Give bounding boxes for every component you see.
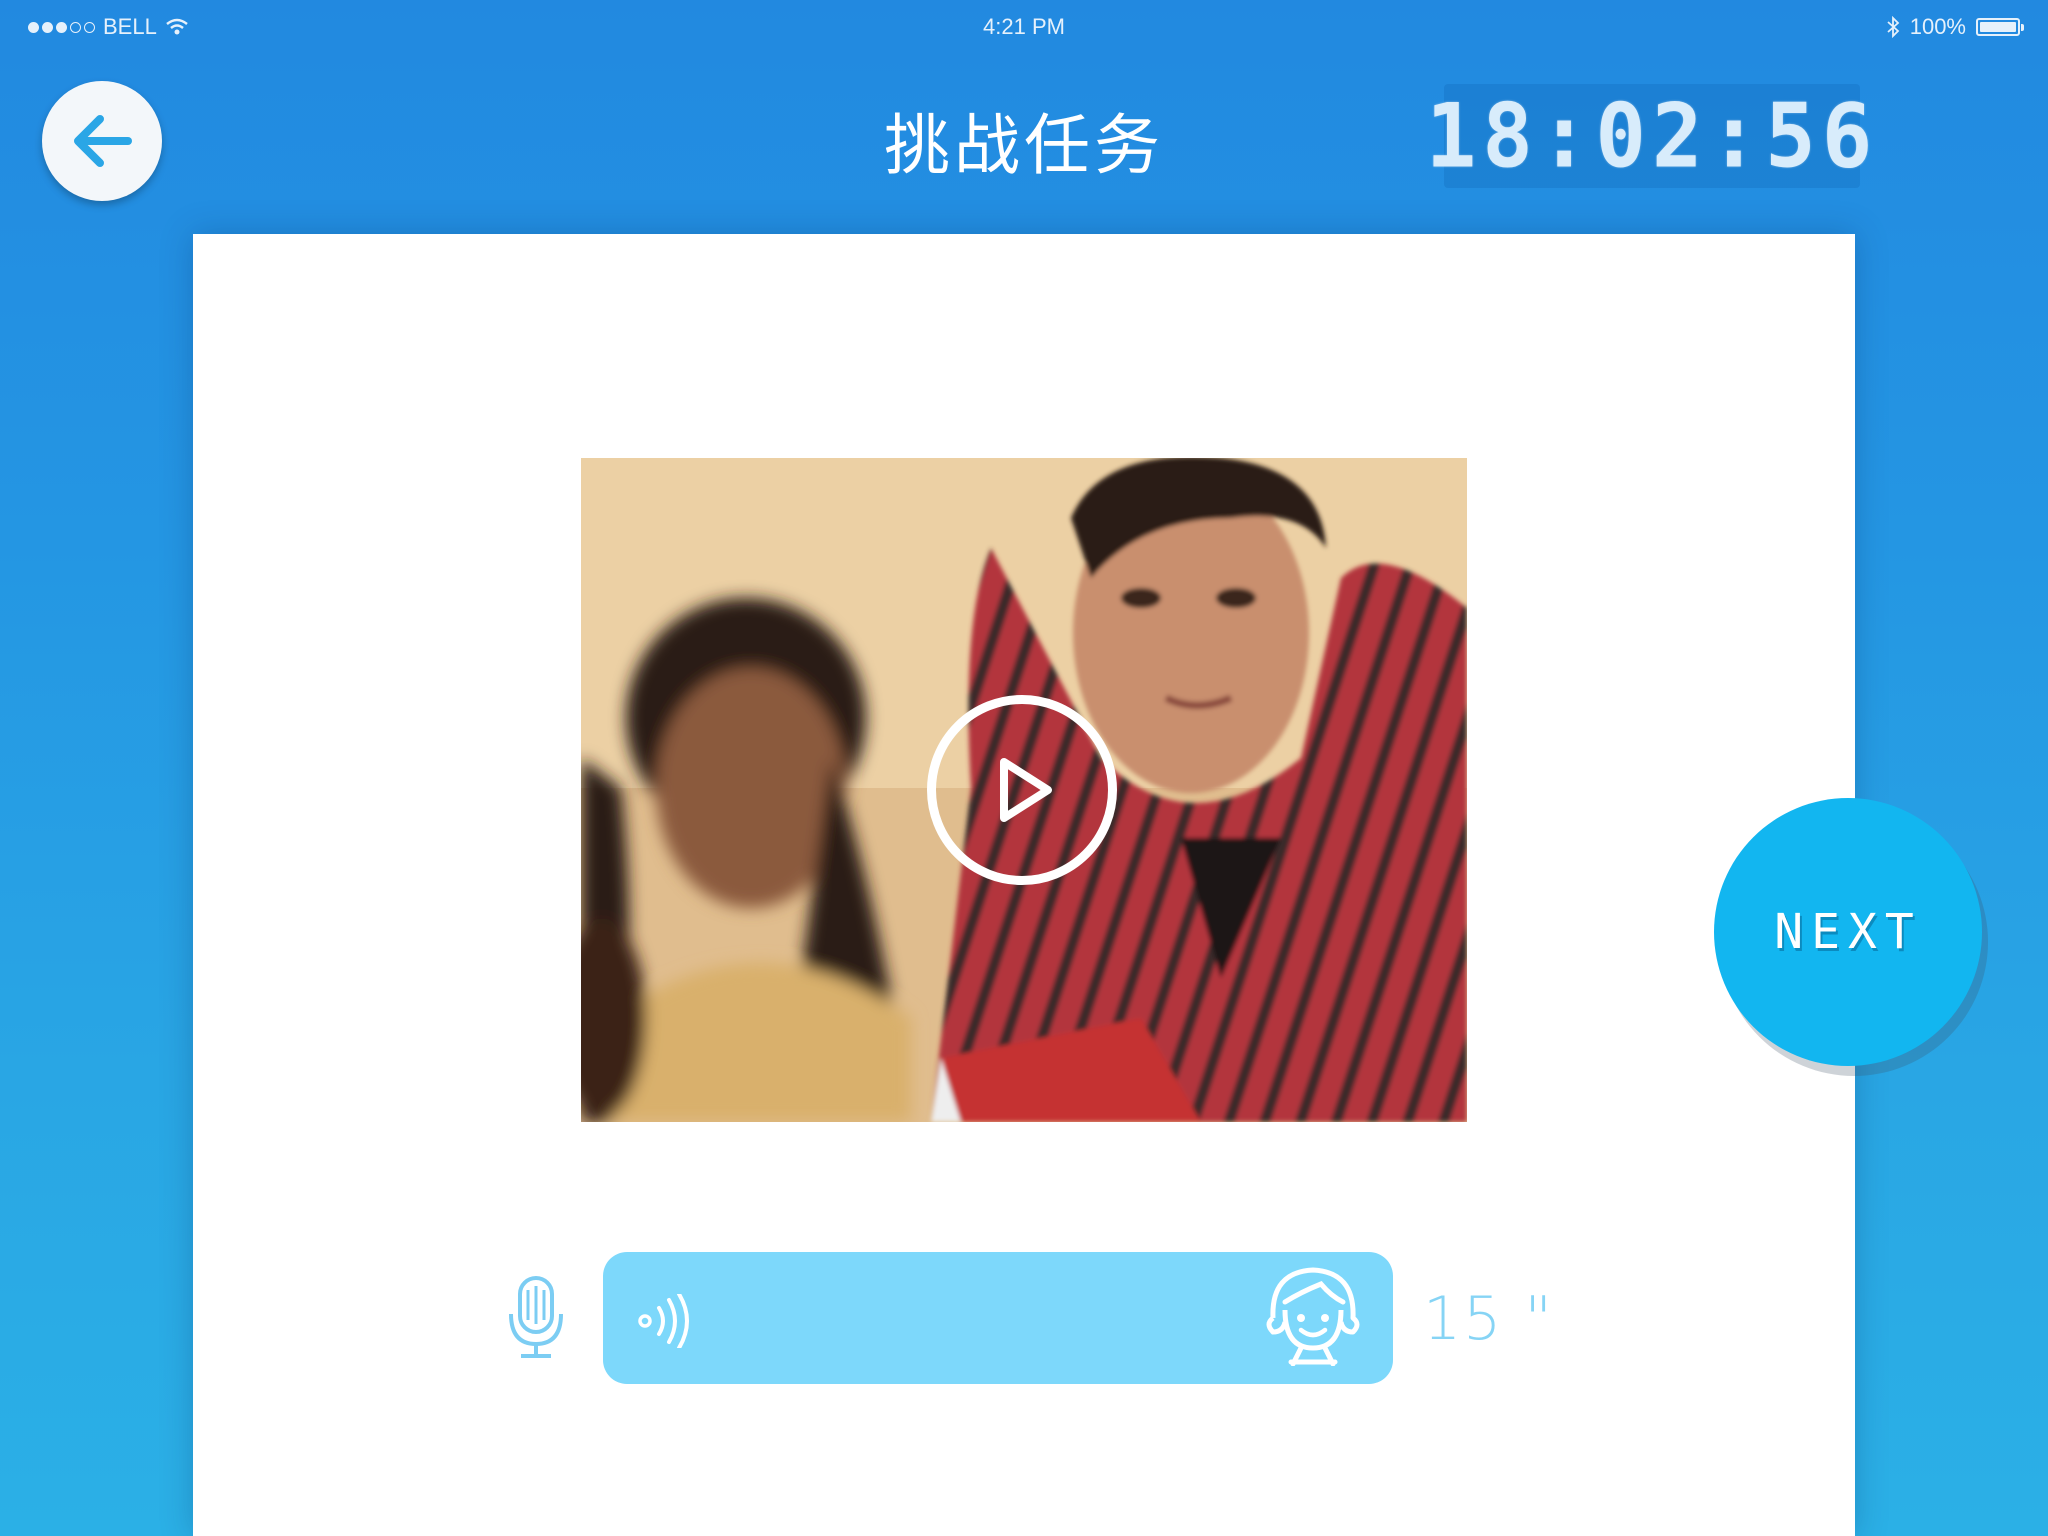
play-button[interactable]	[927, 695, 1117, 885]
timer-text: 18:02:56	[1425, 84, 1879, 188]
audio-playback-bar[interactable]	[603, 1252, 1393, 1384]
video-thumbnail[interactable]	[581, 458, 1467, 1122]
status-time: 4:21 PM	[983, 14, 1065, 39]
battery-icon	[1976, 18, 2024, 36]
next-label: NEXT	[1774, 904, 1922, 960]
next-button[interactable]: NEXT	[1714, 798, 1982, 1066]
bluetooth-icon	[1887, 16, 1900, 38]
play-icon	[1000, 758, 1052, 822]
battery-percent: 100%	[1909, 14, 1966, 39]
sound-waves-icon	[638, 1294, 689, 1348]
task-card: 15 "	[193, 234, 1855, 1536]
status-right: 100%	[1886, 14, 2024, 40]
countdown-timer: 18:02:56	[1426, 84, 1872, 188]
status-bar: BELL 4:21 PM 100%	[0, 0, 2048, 52]
microphone-icon[interactable]	[505, 1274, 567, 1360]
recording-duration: 15 "	[1423, 1284, 1555, 1354]
child-face-icon	[1266, 1267, 1360, 1366]
audio-row: 15 "	[193, 1252, 1855, 1384]
